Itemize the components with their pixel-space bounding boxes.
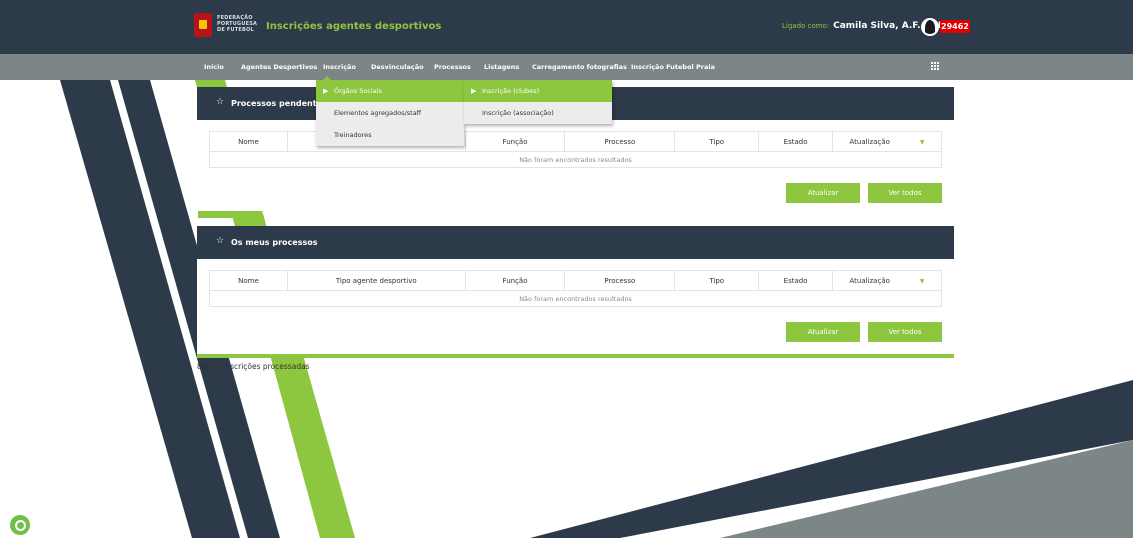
sort-caret-icon[interactable]: ▼ bbox=[920, 139, 925, 146]
menu-item-label: Órgãos Sociais bbox=[334, 87, 382, 95]
nav-item-inscricao[interactable]: Inscrição bbox=[323, 63, 356, 71]
column-header[interactable]: Nome bbox=[209, 270, 288, 291]
app-title[interactable]: Inscrições agentes desportivos bbox=[266, 21, 441, 32]
column-label: Atualização bbox=[849, 276, 890, 285]
table-row: Não foram encontrados resultados bbox=[209, 151, 942, 168]
nav-item-listagens[interactable]: Listagens bbox=[484, 63, 519, 71]
menu-item-inscricao-associacao[interactable]: Inscrição (associação) bbox=[464, 102, 612, 124]
column-header[interactable]: Nome bbox=[209, 131, 288, 152]
table-row: Não foram encontrados resultados bbox=[209, 290, 942, 307]
column-header-sorted[interactable]: Atualização ▼ bbox=[832, 270, 942, 291]
panel-accent-bar bbox=[197, 354, 954, 358]
menu-item-label: Inscrição (clubes) bbox=[482, 87, 540, 95]
column-label: Atualização bbox=[849, 137, 890, 146]
column-header[interactable]: Função bbox=[464, 131, 566, 152]
play-arrow-icon: ▶ bbox=[471, 87, 477, 95]
my-processes-table: Nome Tipo agente desportivo Função Proce… bbox=[209, 270, 942, 307]
column-header[interactable]: Processo bbox=[564, 270, 676, 291]
my-processes-panel: ☆ Os meus processos Nome Tipo agente des… bbox=[197, 226, 954, 358]
play-arrow-icon: ▶ bbox=[323, 87, 329, 95]
table-header-row: Nome Tipo agente desportivo Função Proce… bbox=[209, 270, 942, 291]
panel-title: Os meus processos bbox=[231, 238, 318, 247]
registrations-counter: 88925 inscrições processadas bbox=[197, 362, 310, 371]
apps-grid-icon[interactable] bbox=[931, 62, 940, 71]
orgaos-sociais-submenu: ▶ Inscrição (clubes) Inscrição (associaç… bbox=[464, 80, 612, 124]
help-chat-icon[interactable] bbox=[10, 515, 30, 535]
menu-caret-icon bbox=[322, 76, 332, 81]
user-silhouette-icon bbox=[925, 20, 935, 34]
federation-line-3: DE FUTEBOL bbox=[217, 27, 254, 33]
nav-item-agentes-desportivos[interactable]: Agentes Desportivos bbox=[241, 63, 317, 71]
column-header-sorted[interactable]: Atualização ▼ bbox=[832, 131, 942, 152]
refresh-button[interactable]: Atualizar bbox=[786, 322, 860, 342]
nav-item-processos[interactable]: Processos bbox=[434, 63, 471, 71]
avatar[interactable] bbox=[921, 18, 939, 36]
column-header[interactable]: Tipo agente desportivo bbox=[286, 270, 466, 291]
federation-name: FEDERAÇÃO PORTUGUESA DE FUTEBOL bbox=[217, 15, 259, 33]
inscricao-dropdown-menu: ▶ Órgãos Sociais Elementos agregados/sta… bbox=[316, 80, 464, 146]
empty-results-text: Não foram encontrados resultados bbox=[209, 290, 942, 307]
column-header[interactable]: Processo bbox=[564, 131, 676, 152]
menu-item-inscricao-clubes[interactable]: ▶ Inscrição (clubes) bbox=[464, 80, 612, 102]
column-header[interactable]: Tipo bbox=[674, 131, 760, 152]
nav-item-carregamento-fotografias[interactable]: Carregamento fotografias bbox=[532, 63, 627, 71]
empty-results-text: Não foram encontrados resultados bbox=[209, 151, 942, 168]
column-header[interactable]: Estado bbox=[758, 131, 834, 152]
column-header[interactable]: Estado bbox=[758, 270, 834, 291]
column-header[interactable]: Função bbox=[464, 270, 566, 291]
menu-item-elementos-agregados[interactable]: Elementos agregados/staff bbox=[316, 102, 464, 124]
fpf-logo bbox=[194, 13, 212, 37]
star-icon: ☆ bbox=[216, 236, 225, 246]
menu-item-treinadores[interactable]: Treinadores bbox=[316, 124, 464, 146]
nav-item-desvinculacao[interactable]: Desvinculação bbox=[371, 63, 424, 71]
star-icon: ☆ bbox=[216, 97, 225, 107]
nav-item-inscricao-futebol-praia[interactable]: Inscrição Futebol Praia bbox=[631, 63, 715, 71]
nav-item-inicio[interactable]: Início bbox=[204, 63, 224, 71]
panel-header: ☆ Os meus processos bbox=[197, 226, 954, 259]
top-header-bar: FEDERAÇÃO PORTUGUESA DE FUTEBOL Inscriçõ… bbox=[0, 0, 1133, 54]
column-header[interactable]: Tipo bbox=[674, 270, 760, 291]
refresh-button[interactable]: Atualizar bbox=[786, 183, 860, 203]
user-id-badge: 29462 bbox=[940, 20, 970, 33]
logged-as-label: Ligado como: bbox=[782, 22, 830, 30]
view-all-button[interactable]: Ver todos bbox=[868, 322, 942, 342]
main-nav: Início Agentes Desportivos Inscrição Des… bbox=[0, 54, 1133, 80]
panel-title: Processos pendentes bbox=[231, 99, 327, 108]
menu-item-orgaos-sociais[interactable]: ▶ Órgãos Sociais bbox=[316, 80, 464, 102]
sort-caret-icon[interactable]: ▼ bbox=[920, 278, 925, 285]
view-all-button[interactable]: Ver todos bbox=[868, 183, 942, 203]
